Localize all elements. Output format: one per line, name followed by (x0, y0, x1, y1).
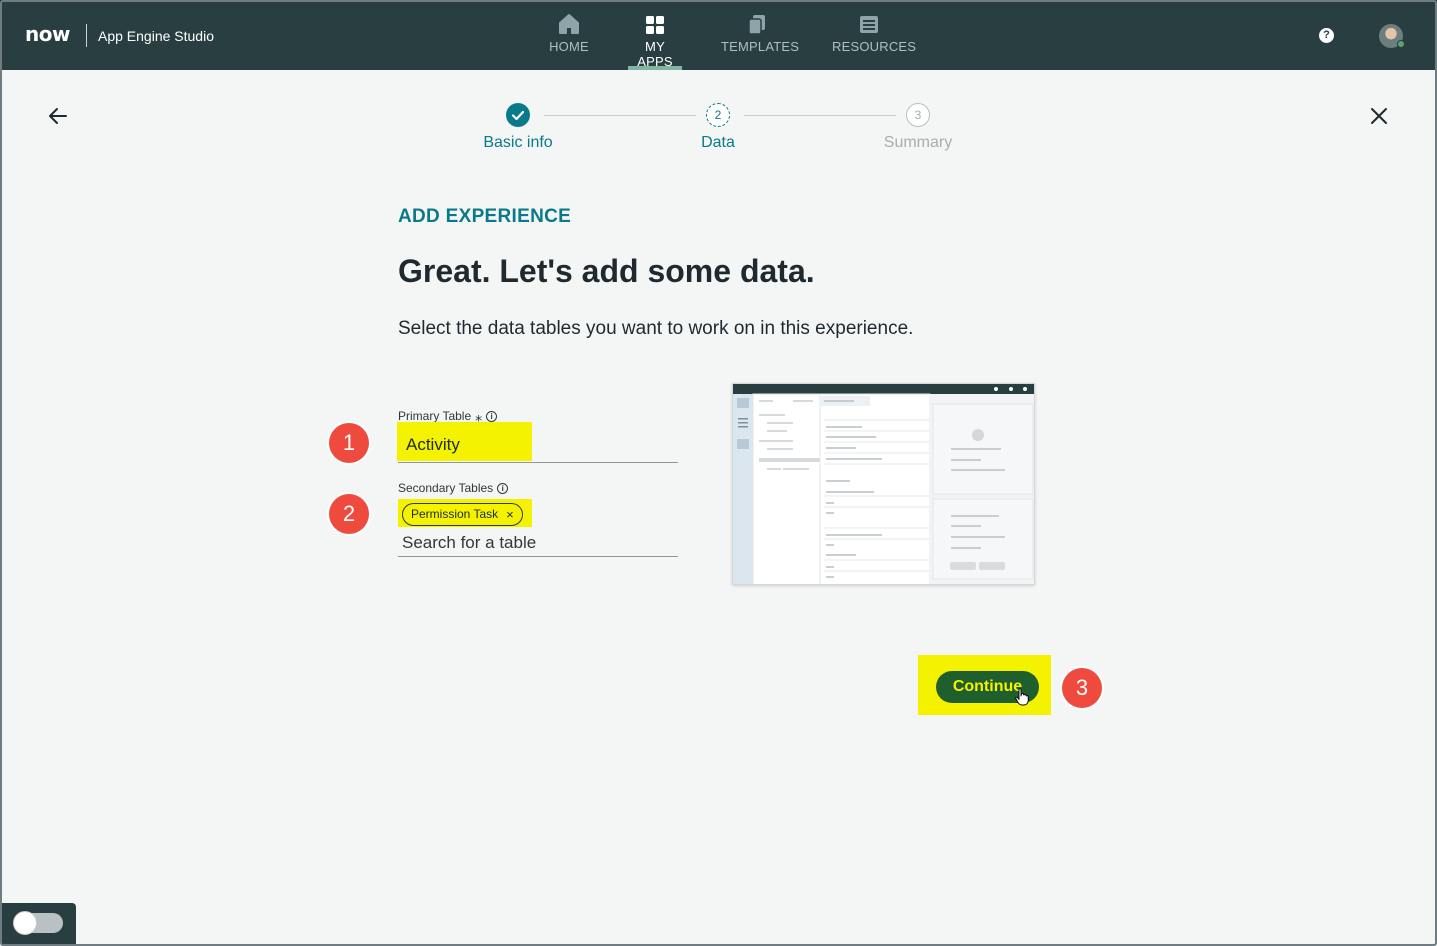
grid-icon (646, 16, 664, 34)
nav-home-label: HOME (549, 39, 589, 54)
toggle-knob[interactable] (13, 911, 37, 935)
nav-my-apps[interactable]: MY APPS (628, 12, 682, 69)
hand-cursor-icon (1015, 688, 1029, 706)
table-chip: Permission Task × (402, 503, 523, 526)
page-title: Great. Let's add some data. (398, 253, 815, 289)
back-arrow-icon[interactable] (46, 104, 70, 128)
annotation-badge-3: 3 (1062, 668, 1102, 708)
secondary-tables-search-input[interactable]: Search for a table (402, 533, 536, 553)
help-icon[interactable]: ? (1319, 28, 1334, 43)
nav-my-apps-label: MY APPS (637, 39, 673, 69)
primary-table-underline (398, 462, 678, 463)
now-logo[interactable]: now (25, 22, 70, 46)
step-number-summary: 3 (906, 103, 930, 127)
step-label-basic-info[interactable]: Basic info (448, 134, 588, 152)
active-nav-indicator (628, 66, 682, 70)
secondary-tables-underline (398, 556, 678, 557)
info-icon[interactable]: i (497, 482, 509, 494)
section-tag: ADD EXPERIENCE (398, 206, 572, 227)
step-label-data: Data (701, 134, 735, 151)
step-complete-check-icon (506, 103, 530, 127)
preview-graphic (733, 384, 1034, 584)
primary-table-label-text: Primary Table (398, 409, 472, 423)
info-icon[interactable]: i (486, 410, 498, 422)
step-number-data: 2 (706, 103, 730, 127)
copy-icon (748, 15, 765, 35)
step-connector (544, 115, 696, 116)
nav-home[interactable]: HOME (549, 12, 589, 54)
annotation-badge-2: 2 (329, 494, 369, 534)
step-label-summary: Summary (883, 134, 953, 151)
nav-templates-label: TEMPLATES (721, 39, 800, 54)
primary-table-label: Primary Table ⁎ i (398, 408, 498, 424)
news-icon (860, 16, 878, 33)
home-icon (559, 14, 579, 34)
logo-divider (86, 24, 87, 47)
nav-templates[interactable]: TEMPLATES (721, 12, 799, 54)
close-icon[interactable] (1367, 104, 1391, 128)
chip-label: Permission Task (411, 507, 499, 521)
secondary-tables-label-text: Secondary Tables (398, 481, 494, 495)
app-name: App Engine Studio (98, 28, 214, 44)
nav-resources[interactable]: RESOURCES (832, 12, 916, 54)
presence-indicator (1397, 40, 1405, 48)
step-connector (744, 115, 896, 116)
chip-remove-icon[interactable]: × (506, 504, 514, 525)
experience-preview-illustration (732, 383, 1035, 585)
required-mark: ⁎ (475, 408, 483, 424)
annotation-badge-1: 1 (329, 423, 369, 463)
nav-resources-label: RESOURCES (832, 39, 917, 54)
secondary-tables-label: Secondary Tables i (398, 481, 509, 495)
top-navigation-bar: now App Engine Studio HOME MY APPS TEMPL… (0, 0, 1437, 70)
page-subtitle: Select the data tables you want to work … (398, 318, 914, 339)
primary-table-input[interactable]: Activity (406, 435, 460, 455)
